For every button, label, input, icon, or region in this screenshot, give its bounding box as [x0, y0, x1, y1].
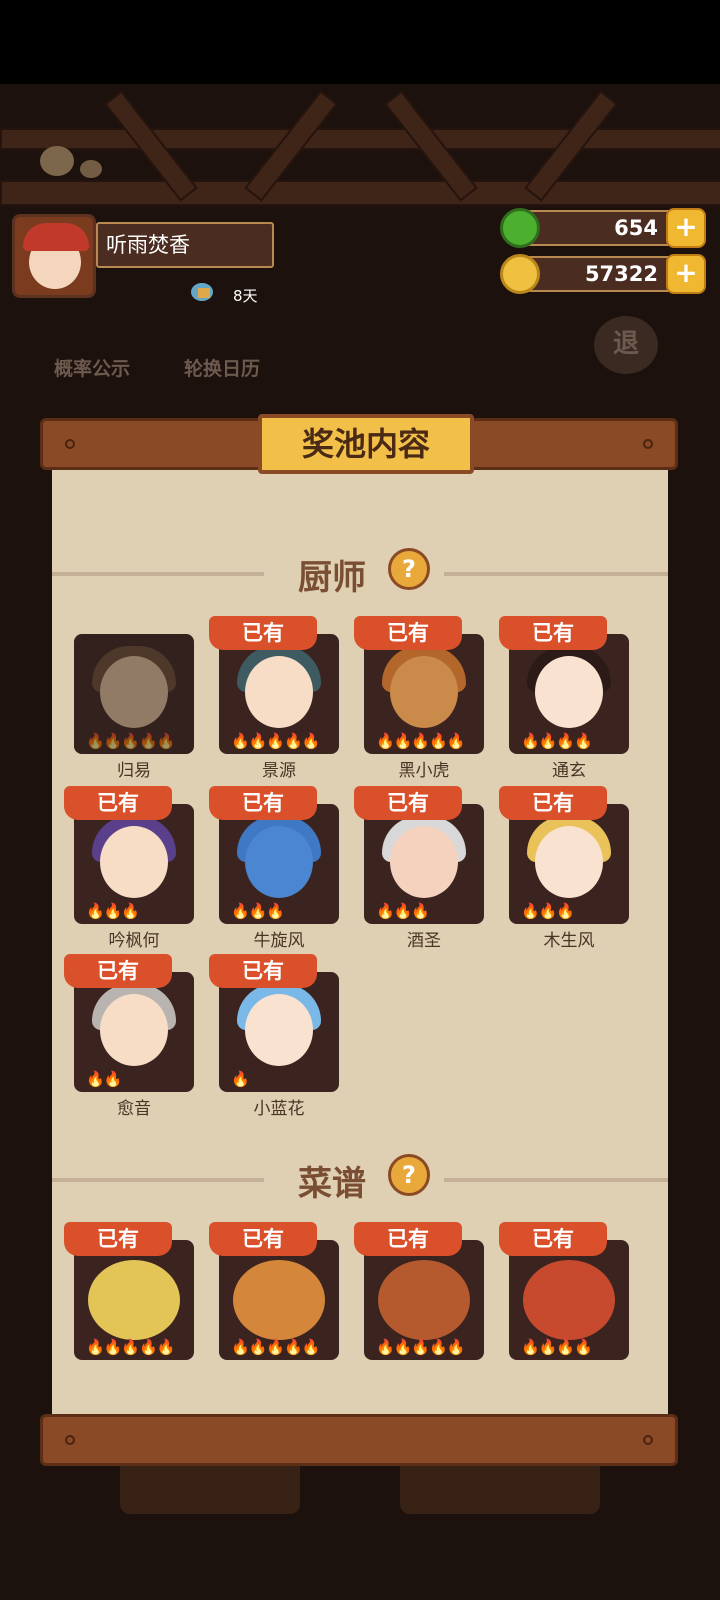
chef-name: 小蓝花: [253, 1099, 305, 1119]
owned-badge: 已有: [64, 786, 172, 820]
recipe-card[interactable]: 🔥🔥🔥🔥: [509, 1240, 629, 1360]
chef-name: 酒圣: [407, 931, 441, 951]
divider: [444, 1178, 668, 1182]
chef-section-title: 厨师: [298, 558, 366, 598]
days-count: 8天: [233, 287, 258, 305]
recipe-card[interactable]: 🔥🔥🔥🔥🔥: [74, 1240, 194, 1360]
add-coin-button[interactable]: +: [666, 254, 706, 294]
scroll-bottom-rod: [40, 1414, 678, 1466]
jade-currency: 654 +: [500, 208, 706, 248]
rotation-calendar-button[interactable]: 轮换日历: [176, 354, 268, 381]
coin-amount: 57322: [584, 262, 658, 286]
chef-name: 愈音: [117, 1099, 151, 1119]
recipe-card[interactable]: 🔥🔥🔥🔥🔥: [364, 1240, 484, 1360]
chef-card[interactable]: 🔥🔥🔥🔥🔥: [219, 634, 339, 754]
chef-name: 牛旋风: [253, 931, 305, 951]
owned-badge: 已有: [209, 786, 317, 820]
add-jade-button[interactable]: +: [666, 208, 706, 248]
divider: [52, 572, 264, 576]
exit-button[interactable]: 退: [594, 316, 658, 374]
owned-badge: 已有: [354, 616, 462, 650]
probability-button[interactable]: 概率公示: [46, 354, 138, 381]
jade-icon: [500, 208, 540, 248]
owned-badge: 已有: [499, 616, 607, 650]
recipe-section-title: 菜谱: [298, 1164, 366, 1204]
player-avatar[interactable]: [12, 214, 96, 298]
chef-card[interactable]: 🔥🔥: [74, 972, 194, 1092]
chef-card[interactable]: 🔥🔥🔥🔥🔥: [74, 634, 194, 754]
chef-name: 吟枫何: [108, 931, 160, 951]
owned-badge: 已有: [499, 1222, 607, 1256]
panel-title: 奖池内容: [258, 414, 474, 474]
chef-name: 通玄: [552, 761, 586, 781]
chef-card[interactable]: 🔥🔥🔥: [74, 804, 194, 924]
owned-badge: 已有: [64, 1222, 172, 1256]
owned-badge: 已有: [499, 786, 607, 820]
calendar-icon: [190, 282, 214, 302]
chef-card[interactable]: 🔥🔥🔥: [509, 804, 629, 924]
recipe-card[interactable]: 🔥🔥🔥🔥🔥: [219, 1240, 339, 1360]
chef-help-button[interactable]: ?: [388, 548, 430, 590]
owned-badge: 已有: [64, 954, 172, 988]
prize-pool-panel: 厨师 ? 菜谱 ? 🔥🔥🔥🔥🔥 归易 🔥🔥🔥🔥🔥 已有 景源 🔥🔥🔥🔥🔥 已有 …: [52, 466, 668, 1414]
chef-card[interactable]: 🔥🔥🔥: [219, 804, 339, 924]
jade-amount: 654: [614, 216, 658, 240]
owned-badge: 已有: [209, 616, 317, 650]
coin-currency: 57322 +: [500, 254, 706, 294]
chef-name: 归易: [117, 761, 151, 781]
chef-card[interactable]: 🔥🔥🔥🔥: [509, 634, 629, 754]
coin-icon: [500, 254, 540, 294]
chef-card[interactable]: 🔥🔥🔥: [364, 804, 484, 924]
owned-badge: 已有: [354, 786, 462, 820]
divider: [444, 572, 668, 576]
chef-name: 木生风: [543, 931, 595, 951]
owned-badge: 已有: [354, 1222, 462, 1256]
chef-card[interactable]: 🔥: [219, 972, 339, 1092]
divider: [52, 1178, 264, 1182]
chef-name: 黑小虎: [398, 761, 450, 781]
chef-card[interactable]: 🔥🔥🔥🔥🔥: [364, 634, 484, 754]
recipe-help-button[interactable]: ?: [388, 1154, 430, 1196]
owned-badge: 已有: [209, 954, 317, 988]
owned-badge: 已有: [209, 1222, 317, 1256]
player-name: 听雨焚香: [96, 222, 274, 268]
chef-name: 景源: [262, 761, 296, 781]
